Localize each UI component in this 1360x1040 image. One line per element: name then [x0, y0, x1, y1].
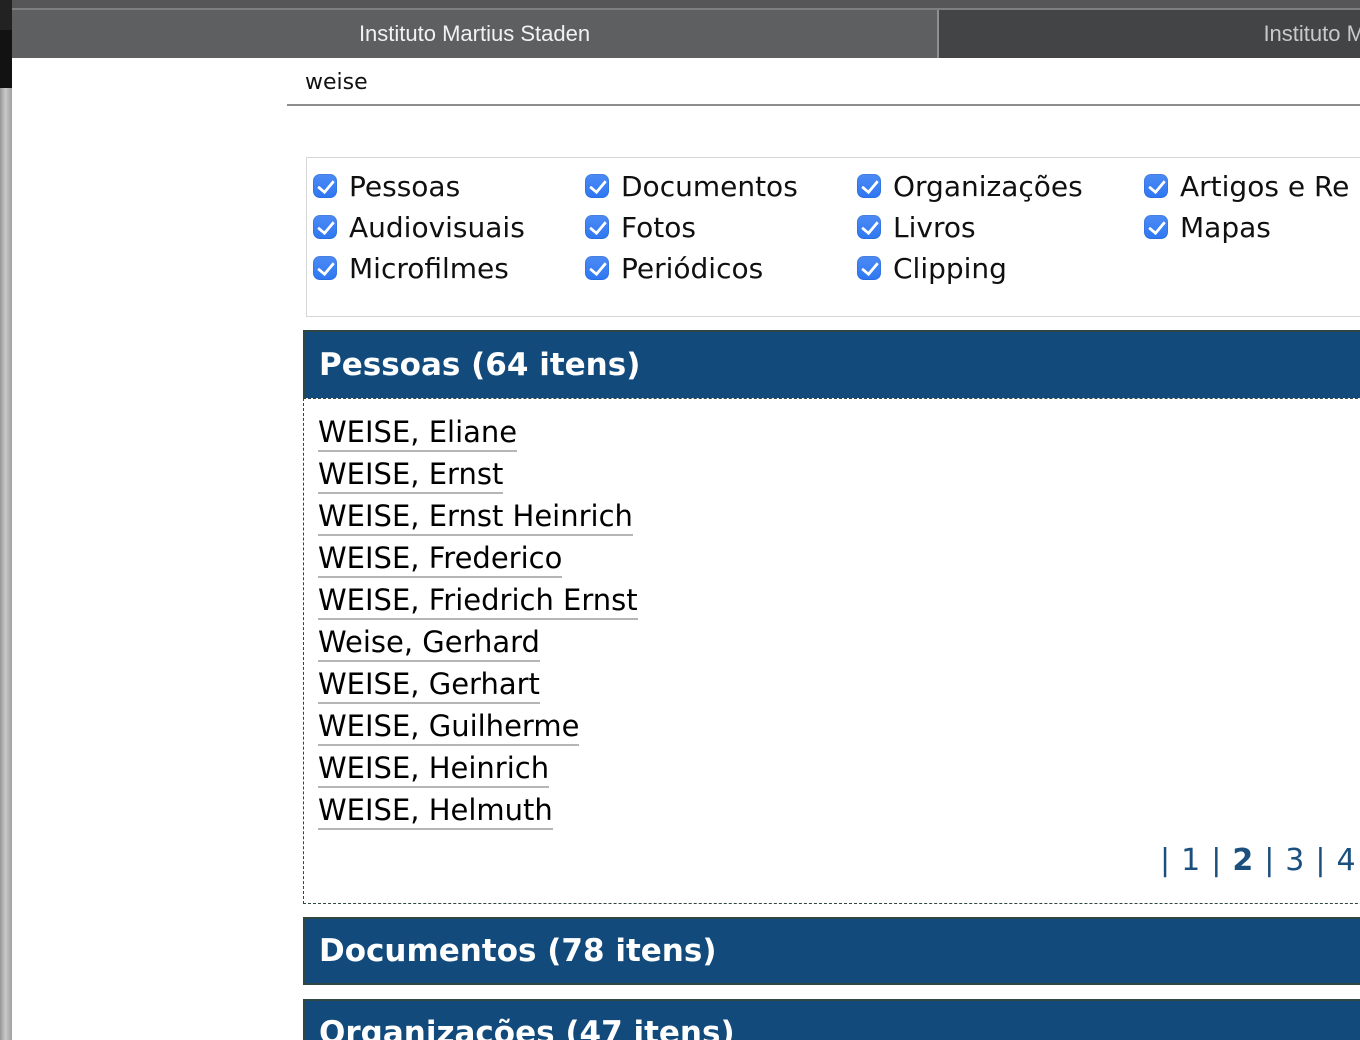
- section-header-organizacoes: Organizações (47 itens): [303, 999, 1360, 1040]
- desktop-edge-dark: [0, 0, 12, 30]
- filter-clipping[interactable]: Clipping: [857, 253, 1007, 283]
- tab-bar: Instituto Martius Staden Instituto Marti…: [12, 0, 1360, 58]
- result-link[interactable]: WEISE, Eliane: [318, 415, 517, 452]
- filter-label[interactable]: Mapas: [1180, 211, 1271, 244]
- filter-audiovisuais[interactable]: Audiovisuais: [313, 212, 525, 242]
- filter-artigos[interactable]: Artigos e Re: [1144, 171, 1349, 201]
- filter-label[interactable]: Organizações: [893, 170, 1083, 203]
- pagination-page-1[interactable]: 1: [1181, 843, 1200, 878]
- filter-mapas[interactable]: Mapas: [1144, 212, 1271, 242]
- result-row: WEISE, Heinrich: [318, 751, 1360, 793]
- pagination-page-2-current: 2: [1232, 843, 1253, 878]
- filter-label[interactable]: Fotos: [621, 211, 696, 244]
- filter-microfilmes[interactable]: Microfilmes: [313, 253, 509, 283]
- pagination-page-3[interactable]: 3: [1285, 843, 1304, 878]
- pagination: | 1 | 2 | 3 | 4: [1160, 843, 1356, 878]
- filter-label[interactable]: Microfilmes: [349, 252, 509, 285]
- result-row: WEISE, Gerhart: [318, 667, 1360, 709]
- browser-tab-active-title: Instituto Martius Staden: [359, 21, 590, 47]
- pessoas-result-list: WEISE, Eliane WEISE, Ernst WEISE, Ernst …: [304, 399, 1360, 835]
- filter-periodicos[interactable]: Periódicos: [585, 253, 763, 283]
- result-link[interactable]: WEISE, Ernst: [318, 457, 503, 494]
- checkbox-checked-icon[interactable]: [857, 215, 881, 239]
- pessoas-result-panel: WEISE, Eliane WEISE, Ernst WEISE, Ernst …: [303, 398, 1360, 904]
- result-link[interactable]: WEISE, Heinrich: [318, 751, 549, 788]
- browser-tab-active[interactable]: Instituto Martius Staden: [12, 10, 937, 58]
- pagination-separator: |: [1160, 843, 1170, 878]
- filter-label[interactable]: Artigos e Re: [1180, 170, 1349, 203]
- filter-label[interactable]: Audiovisuais: [349, 211, 525, 244]
- result-row: WEISE, Eliane: [318, 415, 1360, 457]
- section-header-documentos: Documentos (78 itens): [303, 917, 1360, 985]
- filter-documentos[interactable]: Documentos: [585, 171, 798, 201]
- pagination-separator: |: [1264, 843, 1274, 878]
- checkbox-checked-icon[interactable]: [1144, 174, 1168, 198]
- browser-tab-background[interactable]: Instituto Martius Staden: [939, 10, 1360, 58]
- search-input[interactable]: [287, 62, 1360, 106]
- filter-fotos[interactable]: Fotos: [585, 212, 696, 242]
- checkbox-checked-icon[interactable]: [857, 174, 881, 198]
- result-row: WEISE, Ernst: [318, 457, 1360, 499]
- checkbox-checked-icon[interactable]: [313, 256, 337, 280]
- checkbox-checked-icon[interactable]: [857, 256, 881, 280]
- desktop-edge-darker: [0, 30, 12, 88]
- filter-label[interactable]: Documentos: [621, 170, 798, 203]
- checkbox-checked-icon[interactable]: [313, 215, 337, 239]
- filter-livros[interactable]: Livros: [857, 212, 976, 242]
- filter-label[interactable]: Clipping: [893, 252, 1007, 285]
- checkbox-checked-icon[interactable]: [1144, 215, 1168, 239]
- pagination-separator: |: [1211, 843, 1221, 878]
- result-row: WEISE, Friedrich Ernst: [318, 583, 1360, 625]
- result-row: WEISE, Helmuth: [318, 793, 1360, 835]
- checkbox-checked-icon[interactable]: [585, 215, 609, 239]
- filter-label[interactable]: Pessoas: [349, 170, 460, 203]
- filter-label[interactable]: Periódicos: [621, 252, 763, 285]
- result-link[interactable]: WEISE, Helmuth: [318, 793, 553, 830]
- filter-organizacoes[interactable]: Organizações: [857, 171, 1083, 201]
- result-row: WEISE, Frederico: [318, 541, 1360, 583]
- background-window-edge: [0, 88, 12, 1040]
- browser-window: Instituto Martius Staden Instituto Marti…: [0, 0, 1360, 1040]
- checkbox-checked-icon[interactable]: [585, 256, 609, 280]
- result-link[interactable]: WEISE, Ernst Heinrich: [318, 499, 633, 536]
- filter-label[interactable]: Livros: [893, 211, 976, 244]
- pagination-separator: |: [1315, 843, 1325, 878]
- filter-panel: Pessoas Audiovisuais Microfilmes Documen…: [306, 157, 1360, 317]
- result-link[interactable]: WEISE, Gerhart: [318, 667, 540, 704]
- pagination-page-4[interactable]: 4: [1337, 843, 1356, 878]
- result-row: WEISE, Guilherme: [318, 709, 1360, 751]
- result-row: WEISE, Ernst Heinrich: [318, 499, 1360, 541]
- browser-tab-background-title: Instituto Martius Staden: [1263, 21, 1360, 47]
- result-row: Weise, Gerhard: [318, 625, 1360, 667]
- section-header-pessoas: Pessoas (64 itens): [303, 330, 1360, 398]
- filter-pessoas[interactable]: Pessoas: [313, 171, 460, 201]
- result-link[interactable]: WEISE, Friedrich Ernst: [318, 583, 638, 620]
- result-link[interactable]: Weise, Gerhard: [318, 625, 540, 662]
- checkbox-checked-icon[interactable]: [585, 174, 609, 198]
- checkbox-checked-icon[interactable]: [313, 174, 337, 198]
- result-link[interactable]: WEISE, Frederico: [318, 541, 562, 578]
- result-link[interactable]: WEISE, Guilherme: [318, 709, 579, 746]
